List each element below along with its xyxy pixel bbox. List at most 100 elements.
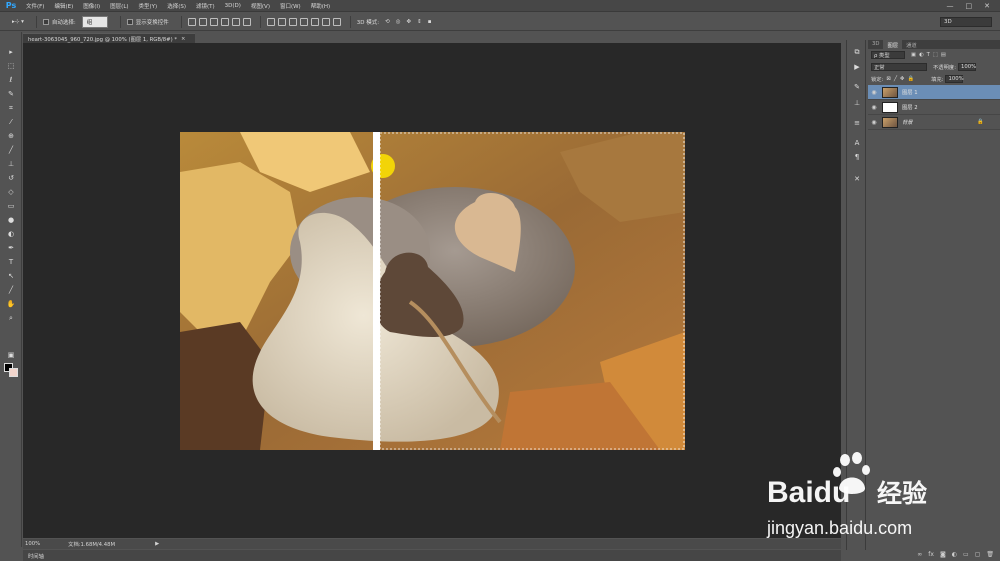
menu-3d[interactable]: 3D(D) [225, 3, 241, 9]
brush-tool-icon[interactable]: ╱ [6, 145, 16, 155]
3d-roll-icon[interactable]: ◎ [396, 19, 401, 25]
document-image[interactable] [180, 132, 685, 450]
line-tool-icon[interactable]: ╱ [6, 285, 16, 295]
clone-source-icon[interactable]: ⊥ [852, 98, 862, 107]
background-color-swatch[interactable] [9, 368, 18, 377]
menu-file[interactable]: 文件(F) [26, 2, 44, 10]
eraser-tool-icon[interactable]: ◇ [6, 187, 16, 197]
distribute-right-icon[interactable] [321, 17, 330, 26]
3d-scale-icon[interactable]: ▪ [428, 19, 432, 25]
fill-input[interactable]: 100% [945, 75, 964, 83]
zoom-tool-icon[interactable]: ⌕ [6, 313, 16, 323]
hand-tool-icon[interactable]: ✋ [6, 299, 16, 309]
3d-slide-icon[interactable]: ⇕ [417, 19, 422, 25]
align-hcenter-icon[interactable] [231, 17, 240, 26]
close-button[interactable]: ✕ [984, 2, 990, 10]
zoom-level[interactable]: 100% [25, 541, 40, 547]
type-tool-icon[interactable]: T [6, 257, 16, 267]
distribute-vcenter-icon[interactable] [277, 17, 286, 26]
menu-help[interactable]: 帮助(H) [311, 2, 330, 10]
menu-select[interactable]: 选择(S) [167, 2, 186, 10]
distribute-left-icon[interactable] [299, 17, 308, 26]
menu-edit[interactable]: 编辑(E) [54, 2, 73, 10]
align-vcenter-icon[interactable] [198, 17, 207, 26]
visibility-eye-icon[interactable]: ◉ [868, 89, 880, 96]
workspace-dropdown[interactable]: 3D [940, 16, 992, 27]
eyedropper-tool-icon[interactable]: ⁄ [6, 117, 16, 127]
filter-icons[interactable]: ▣◐T⬚▤ [911, 52, 949, 58]
marquee-tool-icon[interactable]: ⬚ [6, 61, 16, 71]
fx-icon[interactable]: fx [928, 551, 934, 558]
tab-layers[interactable]: 图层 [883, 40, 903, 49]
lock-icons[interactable]: ⊠╱✥🔒 [886, 76, 917, 82]
blend-mode-dropdown[interactable]: 正常 [871, 63, 927, 71]
menu-filter[interactable]: 滤镜(T) [196, 2, 215, 10]
history-icon[interactable]: ⧉ [852, 48, 862, 57]
trash-icon[interactable]: 🗑 [986, 551, 994, 558]
menu-layer[interactable]: 图层(L) [110, 2, 128, 10]
healing-brush-tool-icon[interactable]: ⊕ [6, 131, 16, 141]
tab-3d[interactable]: 3D [868, 40, 883, 49]
3d-pan-icon[interactable]: ✥ [407, 19, 412, 25]
layer-name[interactable]: 图层 2 [902, 103, 918, 111]
opacity-input[interactable]: 100% [957, 63, 976, 71]
menu-view[interactable]: 视图(V) [251, 2, 270, 10]
blur-tool-icon[interactable]: ● [6, 215, 16, 225]
layer-row[interactable]: ◉ 背景 🔒 [868, 115, 1000, 130]
layer-name[interactable]: 背景 [902, 118, 913, 126]
dodge-tool-icon[interactable]: ◐ [6, 229, 16, 239]
align-left-icon[interactable] [220, 17, 229, 26]
tab-channels[interactable]: 通道 [902, 40, 921, 49]
auto-select-dropdown[interactable]: 组 [81, 15, 108, 28]
maximize-button[interactable]: □ [966, 2, 973, 10]
character-icon[interactable]: A [852, 138, 862, 147]
layer-row[interactable]: ◉ 图层 2 [868, 100, 1000, 115]
distribute-top-icon[interactable] [266, 17, 275, 26]
menu-type[interactable]: 类型(Y) [139, 2, 158, 10]
layer-row[interactable]: ◉ 图层 1 [868, 85, 1000, 100]
document-tab[interactable]: heart-3063045_960_720.jpg @ 100% (图层 1, … [23, 33, 195, 43]
layer-name[interactable]: 图层 1 [902, 88, 918, 96]
status-menu-icon[interactable]: ▶ [155, 541, 159, 547]
tools-icon[interactable]: ✕ [852, 174, 862, 183]
quick-mask-icon[interactable]: ▣ [6, 350, 16, 360]
auto-select-checkbox[interactable] [42, 18, 49, 25]
close-tab-icon[interactable]: × [181, 36, 185, 42]
adjustment-icon[interactable]: ◐ [952, 551, 957, 558]
layer-kind-filter[interactable]: ρ 类型 [871, 51, 905, 59]
link-icon[interactable]: ∞ [917, 551, 922, 558]
folder-icon[interactable]: ▭ [963, 551, 969, 558]
auto-align-icon[interactable] [332, 17, 341, 26]
path-select-tool-icon[interactable]: ↖ [6, 271, 16, 281]
paragraph-icon[interactable]: ¶ [852, 152, 862, 161]
minimize-button[interactable]: — [947, 2, 954, 10]
align-bottom-icon[interactable] [209, 17, 218, 26]
menu-image[interactable]: 图像(I) [83, 2, 100, 10]
pen-tool-icon[interactable]: ✒ [6, 243, 16, 253]
document-size[interactable]: 文档:1.68M/4.48M [68, 540, 115, 548]
brush-presets-icon[interactable]: ✎ [852, 82, 862, 91]
distribute-hcenter-icon[interactable] [310, 17, 319, 26]
actions-icon[interactable]: ▶ [852, 62, 862, 71]
visibility-eye-icon[interactable]: ◉ [868, 119, 880, 126]
show-transform-checkbox[interactable] [126, 18, 133, 25]
mask-icon[interactable]: ◙ [940, 551, 946, 558]
crop-tool-icon[interactable]: ⌗ [6, 103, 16, 113]
menu-window[interactable]: 窗口(W) [280, 2, 301, 10]
properties-icon[interactable]: ≡ [852, 118, 862, 127]
new-layer-icon[interactable]: ▢ [975, 551, 981, 558]
3d-rotate-icon[interactable]: ⟲ [385, 19, 390, 25]
move-tool-icon[interactable]: ▸ [6, 47, 16, 57]
lasso-tool-icon[interactable]: ℓ [6, 75, 16, 85]
auto-select-option[interactable]: 自动选择: [42, 18, 76, 26]
move-tool-preset-icon[interactable]: ▸⊹ ▾ [12, 19, 24, 25]
history-brush-tool-icon[interactable]: ↺ [6, 173, 16, 183]
align-right-icon[interactable] [242, 17, 251, 26]
show-transform-option[interactable]: 显示变换控件 [126, 18, 169, 26]
timeline-tab[interactable]: 时间轴 [23, 550, 841, 561]
distribute-bottom-icon[interactable] [288, 17, 297, 26]
align-top-icon[interactable] [187, 17, 196, 26]
gradient-tool-icon[interactable]: ▭ [6, 201, 16, 211]
visibility-eye-icon[interactable]: ◉ [868, 104, 880, 111]
clone-stamp-tool-icon[interactable]: ⊥ [6, 159, 16, 169]
